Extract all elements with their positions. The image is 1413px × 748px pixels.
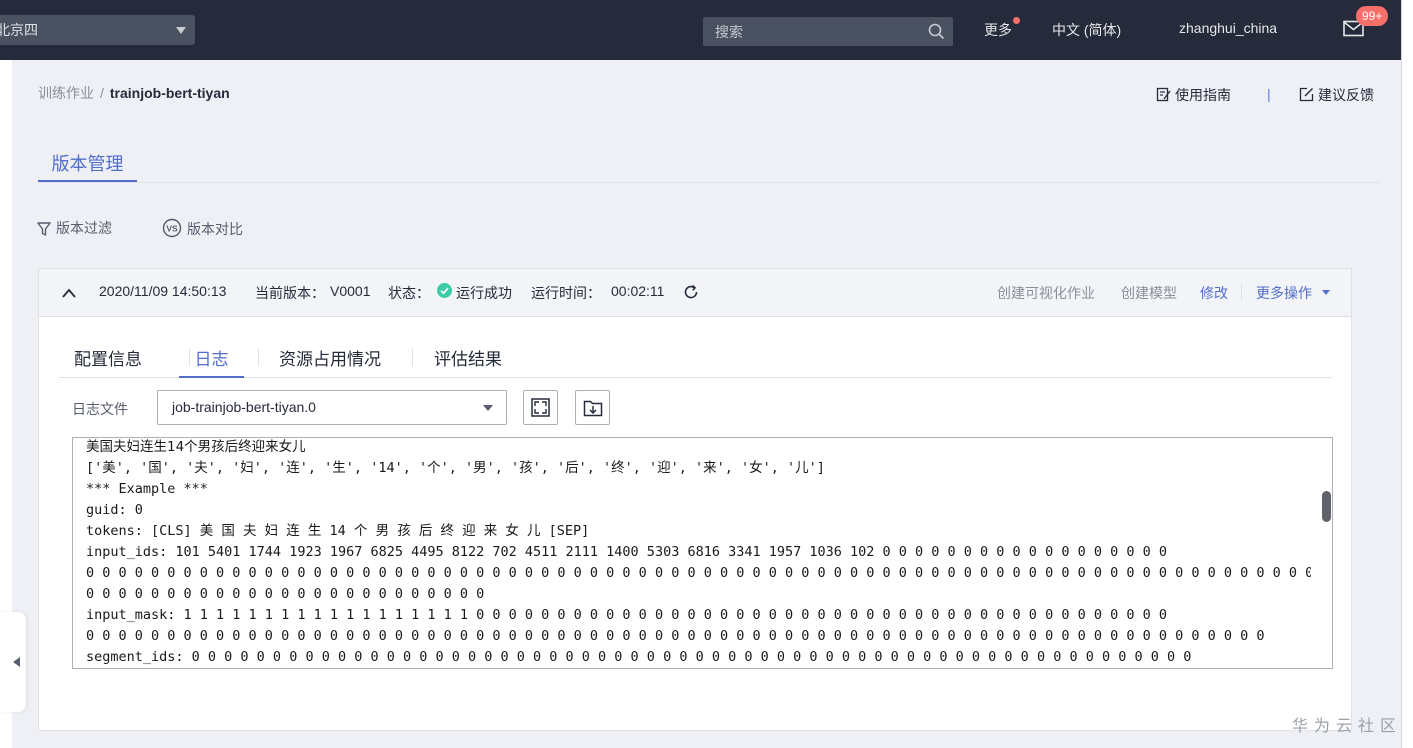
chevron-up-icon[interactable] — [61, 286, 77, 300]
runtime-label: 运行时间： — [531, 285, 601, 301]
chevron-left-icon — [13, 657, 20, 667]
mail-count-badge: 99+ — [1356, 6, 1389, 26]
log-line: input_ids: 101 5401 1744 1923 1967 6825 … — [86, 544, 1167, 560]
version-timestamp: 2020/11/09 14:50:13 — [99, 283, 227, 299]
tab-logs[interactable]: 日志 — [179, 345, 244, 378]
log-line: input_mask: 1 1 1 1 1 1 1 1 1 1 1 1 1 1 … — [86, 607, 1167, 623]
feedback-edit-icon — [1299, 87, 1314, 102]
version-compare-button[interactable]: VS 版本对比 — [162, 218, 243, 239]
vs-icon: VS — [162, 218, 182, 238]
check-circle-icon — [437, 283, 452, 298]
tab-separator — [412, 349, 413, 366]
create-visualization-job-button[interactable]: 创建可视化作业 — [997, 283, 1095, 303]
tab-config-info[interactable]: 配置信息 — [74, 345, 142, 377]
log-scrollbar-thumb[interactable] — [1322, 491, 1331, 522]
region-select[interactable]: 北京四 — [0, 15, 195, 45]
feedback-link[interactable]: 建议反馈 — [1299, 85, 1374, 105]
log-line: 0 0 0 0 0 0 0 0 0 0 0 0 0 0 0 0 0 0 0 0 … — [86, 586, 485, 602]
download-log-button[interactable] — [575, 390, 610, 425]
search-input[interactable] — [703, 17, 923, 46]
current-version-value: V0001 — [330, 283, 371, 299]
region-value: 北京四 — [0, 22, 38, 38]
tab-divider — [38, 182, 1379, 183]
page-scrollbar[interactable] — [1401, 0, 1413, 748]
log-lines: 美国夫妇连生14个男孩后终迎来女儿 ['美', '国', '夫', '妇', '… — [86, 438, 1311, 668]
watermark: 华为云社区 — [1292, 718, 1403, 735]
refresh-icon[interactable] — [683, 284, 699, 300]
chevron-down-icon — [483, 405, 493, 411]
log-line: 0 0 0 0 0 0 0 0 0 0 0 0 0 0 0 0 0 0 0 0 … — [86, 628, 1265, 644]
modify-button[interactable]: 修改 — [1200, 283, 1228, 303]
log-output[interactable]: 美国夫妇连生14个男孩后终迎来女儿 ['美', '国', '夫', '妇', '… — [72, 437, 1333, 669]
fullscreen-icon — [531, 398, 550, 417]
more-actions-button[interactable]: 更多操作 — [1256, 283, 1312, 303]
more-menu[interactable]: 更多 — [984, 20, 1012, 40]
document-edit-icon — [1156, 87, 1171, 102]
tab-separator — [258, 349, 259, 366]
top-navigation-bar: 北京四 更多 中文 (简体) zhanghui_china 99+ — [0, 0, 1413, 60]
log-line: tokens: [CLS] 美 国 夫 妇 连 生 14 个 男 孩 后 终 迎… — [86, 523, 590, 539]
log-file-value: job-trainjob-bert-tiyan.0 — [172, 399, 316, 415]
log-line: segment_ids: 0 0 0 0 0 0 0 0 0 0 0 0 0 0… — [86, 649, 1192, 665]
svg-text:VS: VS — [166, 224, 178, 234]
link-divider: | — [1267, 86, 1271, 102]
action-divider — [1241, 283, 1242, 301]
breadcrumb-separator: / — [100, 85, 104, 101]
tab-resource-usage[interactable]: 资源占用情况 — [279, 345, 381, 377]
log-file-select[interactable]: job-trainjob-bert-tiyan.0 — [157, 390, 507, 425]
version-filter-button[interactable]: 版本过滤 — [37, 218, 112, 238]
fullscreen-button[interactable] — [523, 390, 558, 425]
version-card-header: 2020/11/09 14:50:13 当前版本： V0001 状态： 运行成功… — [39, 269, 1351, 317]
language-switch[interactable]: 中文 (简体) — [1052, 20, 1121, 40]
log-line: 美国夫妇连生14个男孩后终迎来女儿 — [86, 439, 306, 455]
search-icon[interactable] — [928, 23, 945, 40]
current-version-label: 当前版本： — [255, 285, 325, 301]
tab-version-management[interactable]: 版本管理 — [38, 150, 137, 182]
folder-download-icon — [583, 400, 603, 417]
tab-evaluation-results[interactable]: 评估结果 — [434, 345, 502, 377]
version-filter-label: 版本过滤 — [56, 220, 112, 236]
log-line: guid: 0 — [86, 502, 143, 518]
log-line: ['美', '国', '夫', '妇', '连', '生', '14', '个'… — [86, 460, 825, 476]
log-line: *** Example *** — [86, 481, 208, 497]
status-value: 运行成功 — [456, 285, 512, 301]
search-box — [703, 17, 953, 46]
runtime-value: 00:02:11 — [611, 283, 665, 299]
status-label: 状态： — [388, 285, 430, 301]
caret-down-icon — [1322, 290, 1330, 295]
version-card: 2020/11/09 14:50:13 当前版本： V0001 状态： 运行成功… — [38, 268, 1352, 731]
notification-dot — [1013, 17, 1020, 24]
breadcrumb: 训练作业 / trainjob-bert-tiyan — [38, 83, 230, 103]
create-model-button[interactable]: 创建模型 — [1121, 283, 1177, 303]
log-line: 0 0 0 0 0 0 0 0 0 0 0 0 0 0 0 0 0 0 0 0 … — [86, 565, 1311, 581]
usage-guide-link[interactable]: 使用指南 — [1156, 85, 1231, 105]
feedback-label: 建议反馈 — [1318, 87, 1374, 103]
version-detail-tabs: 配置信息 日志 资源占用情况 评估结果 — [59, 345, 1332, 378]
breadcrumb-current: trainjob-bert-tiyan — [109, 85, 230, 101]
chevron-down-icon — [176, 27, 186, 34]
filter-icon — [37, 222, 51, 236]
sidebar-toggle[interactable] — [0, 612, 26, 712]
breadcrumb-parent[interactable]: 训练作业 — [38, 85, 94, 101]
user-menu[interactable]: zhanghui_china — [1179, 20, 1277, 36]
version-compare-label: 版本对比 — [187, 221, 243, 237]
log-file-label: 日志文件 — [72, 401, 128, 417]
usage-guide-label: 使用指南 — [1175, 87, 1231, 103]
